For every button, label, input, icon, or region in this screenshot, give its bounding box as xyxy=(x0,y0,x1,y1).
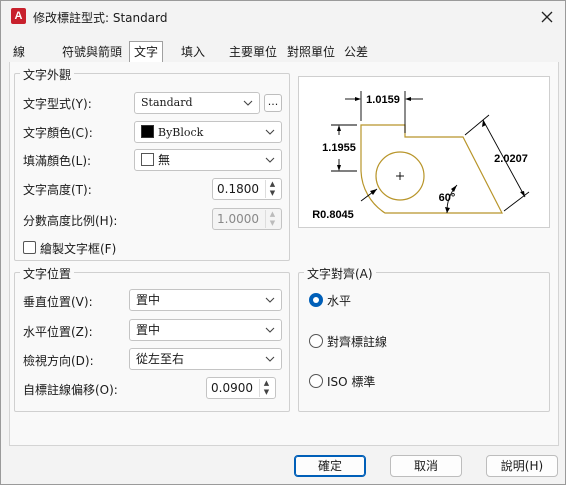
dialog-window: A 修改標註型式: Standard 線 符號與箭頭 文字 填入 主要單位 對照… xyxy=(0,0,566,485)
chevron-down-icon xyxy=(265,129,275,135)
chevron-down-icon xyxy=(265,297,275,303)
vertical-value: 置中 xyxy=(136,293,161,307)
text-placement-group: 文字位置 垂直位置(V): 置中 水平位置(Z): 置中 檢視方向(D): 從左… xyxy=(14,265,290,412)
text-appearance-group: 文字外觀 文字型式(Y): Standard ... 文字顏色(C): ByBl… xyxy=(14,66,290,261)
draw-frame-label: 繪製文字框(F) xyxy=(40,242,117,256)
dim-right-text: 2.0207 xyxy=(494,153,528,165)
tab-tolerances[interactable]: 公差 xyxy=(344,43,368,63)
view-direction-value: 從左至右 xyxy=(136,352,185,366)
dim-top-text: 1.0159 xyxy=(366,94,400,106)
help-button[interactable]: 說明(H) xyxy=(486,455,558,477)
fraction-height-value: 1.0000 xyxy=(217,212,259,226)
fill-color-value: 無 xyxy=(158,153,171,167)
chevron-down-icon xyxy=(265,157,275,163)
text-placement-title: 文字位置 xyxy=(20,265,75,282)
radio-horizontal-label: 水平 xyxy=(327,294,352,308)
text-height-value: 0.1800 xyxy=(217,182,259,196)
fill-color-label: 填滿顏色(L): xyxy=(23,154,92,168)
chevron-down-icon xyxy=(265,356,275,362)
text-height-label: 文字高度(T): xyxy=(23,183,92,197)
offset-label: 自標註線偏移(O): xyxy=(23,383,118,397)
tab-alternate-units[interactable]: 對照單位 xyxy=(287,43,335,63)
spin-up-icon[interactable]: ▲ xyxy=(266,180,279,189)
text-color-label: 文字顏色(C): xyxy=(23,126,93,140)
offset-value: 0.0900 xyxy=(211,381,253,395)
spinner-arrows[interactable]: ▲ ▼ xyxy=(265,180,279,198)
text-alignment-title: 文字對齊(A) xyxy=(304,265,376,282)
fill-color-select[interactable]: 無 xyxy=(134,149,282,171)
spinner-arrows[interactable]: ▲ ▼ xyxy=(259,379,273,397)
text-style-label: 文字型式(Y): xyxy=(23,97,92,111)
fraction-height-spinner: 1.0000 ▲ ▼ xyxy=(212,208,282,230)
radio-horizontal[interactable] xyxy=(309,293,323,307)
dim-angle-text: 60° xyxy=(439,192,456,204)
dialog-title: 修改標註型式: Standard xyxy=(33,11,168,25)
offset-spinner[interactable]: 0.0900 ▲ ▼ xyxy=(206,377,276,399)
spin-up-icon[interactable]: ▲ xyxy=(260,379,273,388)
radio-aligned-with-dim-line[interactable] xyxy=(309,334,323,348)
view-direction-label: 檢視方向(D): xyxy=(23,354,94,368)
cancel-button[interactable]: 取消 xyxy=(390,455,462,477)
text-style-select[interactable]: Standard xyxy=(134,92,260,114)
spin-down-icon[interactable]: ▼ xyxy=(266,189,279,198)
radio-aligned-label: 對齊標註線 xyxy=(327,335,388,349)
chevron-down-icon xyxy=(243,100,253,106)
tab-content-text: 文字外觀 文字型式(Y): Standard ... 文字顏色(C): ByBl… xyxy=(9,62,559,446)
tab-text[interactable]: 文字 xyxy=(129,41,164,63)
autocad-app-icon: A xyxy=(11,8,26,24)
tab-bar: 線 符號與箭頭 文字 填入 主要單位 對照單位 公差 xyxy=(9,41,559,63)
text-height-spinner[interactable]: 0.1800 ▲ ▼ xyxy=(212,178,282,200)
view-direction-select[interactable]: 從左至右 xyxy=(129,348,282,370)
tab-fit[interactable]: 填入 xyxy=(181,43,205,63)
title-bar: A 修改標註型式: Standard xyxy=(1,1,565,33)
close-icon xyxy=(541,11,553,23)
preview-drawing: 1.0159 1.1955 2.0207 60° R0.8045 xyxy=(312,91,530,221)
text-alignment-group: 文字對齊(A) 水平 對齊標註線 ISO 標準 xyxy=(298,265,550,412)
radio-iso-label: ISO 標準 xyxy=(327,375,376,389)
ok-button[interactable]: 確定 xyxy=(294,455,366,477)
draw-frame-checkbox[interactable] xyxy=(23,241,36,254)
vertical-label: 垂直位置(V): xyxy=(23,295,93,309)
fill-swatch xyxy=(141,153,154,166)
text-color-value: ByBlock xyxy=(158,126,204,139)
close-button[interactable] xyxy=(535,5,559,29)
dim-left-text: 1.1955 xyxy=(322,142,356,154)
dimension-preview: 1.0159 1.1955 2.0207 60° R0.8045 xyxy=(298,76,550,228)
text-style-more-button[interactable]: ... xyxy=(264,94,282,112)
horizontal-value: 置中 xyxy=(136,323,161,337)
horizontal-label: 水平位置(Z): xyxy=(23,325,93,339)
spin-up-icon: ▲ xyxy=(269,210,276,218)
text-style-value: Standard xyxy=(141,96,193,109)
tab-primary-units[interactable]: 主要單位 xyxy=(229,43,277,63)
vertical-select[interactable]: 置中 xyxy=(129,289,282,311)
tab-symbols-arrows[interactable]: 符號與箭頭 xyxy=(62,43,122,63)
radio-iso-standard[interactable] xyxy=(309,374,323,388)
spin-down-icon: ▼ xyxy=(269,219,276,227)
horizontal-select[interactable]: 置中 xyxy=(129,319,282,341)
color-swatch xyxy=(141,125,154,138)
fraction-height-label: 分數高度比例(H): xyxy=(23,214,118,228)
dim-radius-text: R0.8045 xyxy=(312,209,354,221)
text-color-select[interactable]: ByBlock xyxy=(134,121,282,143)
spinner-arrows: ▲ ▼ xyxy=(265,210,279,228)
chevron-down-icon xyxy=(265,327,275,333)
spin-down-icon[interactable]: ▼ xyxy=(260,388,273,397)
tab-lines[interactable]: 線 xyxy=(13,43,25,63)
text-appearance-title: 文字外觀 xyxy=(20,66,75,83)
